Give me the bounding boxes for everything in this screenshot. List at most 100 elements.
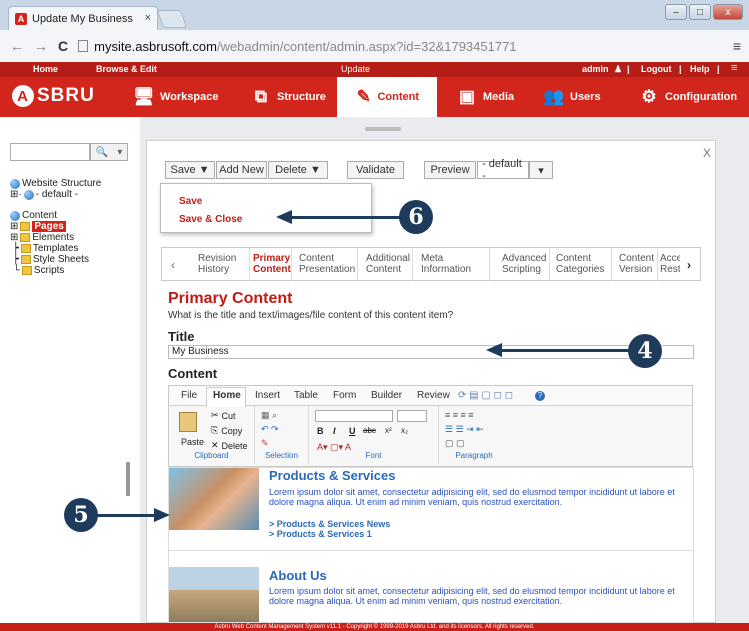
reload-icon[interactable]: C <box>58 38 68 54</box>
tab-access-restrictions[interactable]: Acce Rest <box>658 248 680 281</box>
tree-pages[interactable]: ⊞ Pages <box>10 221 101 232</box>
new-tab-button[interactable] <box>156 10 188 28</box>
back-icon[interactable]: ← <box>10 38 24 54</box>
tab-revision-history[interactable]: Revision History <box>190 248 250 281</box>
menu-item-save-close[interactable]: Save & Close <box>179 214 242 225</box>
editor-tab-review[interactable]: Review <box>417 390 450 401</box>
sidebar-search-input[interactable] <box>10 143 90 161</box>
nav-media[interactable]: ▣ Media <box>456 77 514 117</box>
preview-button[interactable]: Preview <box>424 161 476 179</box>
topbar-logout[interactable]: Logout <box>641 64 672 74</box>
structure-icon: ⧉ <box>254 87 268 106</box>
list-icons[interactable]: ☰ ☰ ⇥ ⇤ <box>445 424 484 435</box>
align-icons[interactable]: ≡ ≡ ≡ ≡ <box>445 410 474 420</box>
forward-icon[interactable]: → <box>34 38 48 54</box>
delete-button[interactable]: Delete ▼ <box>268 161 328 179</box>
superscript-button[interactable]: x² <box>385 426 392 435</box>
bold-button[interactable]: B <box>317 426 324 436</box>
editor-tab-file[interactable]: File <box>181 390 197 401</box>
tab-close-icon[interactable]: × <box>145 12 151 24</box>
nav-configuration[interactable]: ⚙ Configuration <box>638 77 737 117</box>
tabs-prev-icon[interactable]: ‹ <box>162 248 184 281</box>
tab-content-categories[interactable]: Content Categories <box>550 248 612 281</box>
nav-users[interactable]: 👥 Users <box>543 77 601 117</box>
editor-tab-builder[interactable]: Builder <box>371 390 402 401</box>
font-family-select[interactable] <box>315 410 393 422</box>
underline-button[interactable]: U <box>349 426 356 436</box>
editor-tab-insert[interactable]: Insert <box>255 390 280 401</box>
nav-structure[interactable]: ⧉ Structure <box>250 77 326 117</box>
editor-tab-form[interactable]: Form <box>333 390 356 401</box>
block1-link-news[interactable]: > Products & Services News <box>269 519 390 529</box>
tree-default[interactable]: ⊞· - default - <box>10 189 101 200</box>
font-size-select[interactable] <box>397 410 427 422</box>
tree-elements[interactable]: ⊞ Elements <box>10 232 101 243</box>
pane-splitter[interactable] <box>126 462 130 496</box>
nav-workspace[interactable]: 🖥 Workspace <box>133 77 218 117</box>
strikethrough-button[interactable]: abc <box>363 426 376 435</box>
editor-content-area[interactable]: Products & Services Lorem ipsum dolor si… <box>168 467 694 623</box>
preview-select-arrow[interactable]: ▾ <box>529 161 553 179</box>
browser-menu-icon[interactable]: ≡ <box>733 38 741 54</box>
left-sidebar: 🔍 ▾ Website Structure ⊞· - default - Cont… <box>0 117 140 623</box>
delete-text-button[interactable]: ✕ Delete <box>211 440 248 451</box>
search-icon: 🔍 <box>95 146 109 158</box>
topbar-home[interactable]: Home <box>33 64 58 74</box>
validate-button[interactable]: Validate <box>347 161 404 179</box>
drag-handle[interactable] <box>365 127 401 131</box>
block1-link-services[interactable]: > Products & Services 1 <box>269 529 372 539</box>
block2-heading: About Us <box>269 568 327 583</box>
save-button[interactable]: Save ▼ <box>165 161 215 179</box>
topbar-help[interactable]: Help <box>690 64 710 74</box>
window-close-button[interactable]: x <box>713 4 743 20</box>
folder-icon <box>20 244 31 253</box>
browser-tab[interactable]: A Update My Business × <box>8 6 158 30</box>
tab-content-version[interactable]: Content Version <box>612 248 658 281</box>
subscript-button[interactable]: x₂ <box>401 426 408 435</box>
nav-content-label: Content <box>377 91 419 103</box>
sidebar-search-button[interactable]: 🔍 ▾ <box>90 143 128 161</box>
tree-website-structure[interactable]: Website Structure <box>10 178 101 189</box>
title-input[interactable]: My Business <box>168 345 694 359</box>
tab-primary-content[interactable]: Primary Content <box>250 248 292 281</box>
tree-style-sheets[interactable]: ┝ Style Sheets <box>10 254 101 265</box>
block1-heading: Products & Services <box>269 468 396 483</box>
tree-content[interactable]: Content <box>10 210 101 221</box>
tab-advanced-scripting[interactable]: Advanced Scripting <box>490 248 550 281</box>
topbar-browse-edit[interactable]: Browse & Edit <box>96 64 157 74</box>
address-bar[interactable]: mysite.asbrusoft.com/webadmin/content/ad… <box>78 39 517 54</box>
tree-scripts[interactable]: └ Scripts <box>10 265 101 276</box>
italic-button[interactable]: I <box>333 426 336 436</box>
nav-content[interactable]: ✎ Content <box>337 77 437 117</box>
tab-meta-information[interactable]: Meta Information <box>413 248 490 281</box>
maximize-button[interactable]: □ <box>689 4 711 20</box>
editor-quick-icons[interactable]: ⟳ ▤ ▢ ◻ ◻ <box>458 390 513 401</box>
users-icon: 👥 <box>543 87 565 106</box>
minimize-button[interactable]: – <box>665 4 687 20</box>
format-painter-icon[interactable]: ✎ <box>261 438 269 449</box>
content-divider <box>169 550 693 551</box>
paste-button[interactable]: Paste <box>181 437 204 447</box>
editor-tab-home[interactable]: Home <box>213 390 241 401</box>
help-icon[interactable]: ? <box>535 391 545 401</box>
tab-label: Content <box>366 264 402 275</box>
tree-templates[interactable]: ┝ Templates <box>10 243 101 254</box>
editor-tab-table[interactable]: Table <box>294 390 318 401</box>
topbar-admin[interactable]: admin <box>582 64 609 74</box>
undo-redo-icons[interactable]: ↶ ↷ <box>261 424 279 435</box>
tabs-next-icon[interactable]: › <box>678 248 700 281</box>
cut-button[interactable]: ✂ Cut <box>211 410 236 421</box>
topbar-menu-icon[interactable]: ≡ <box>731 62 737 74</box>
asbru-logo[interactable]: A SBRU <box>12 85 95 107</box>
selection-group: ▦ ⌕ ↶ ↷ ✎ Selection <box>255 406 309 464</box>
add-new-button[interactable]: Add New <box>216 161 267 179</box>
preview-template-select[interactable]: - default - <box>477 158 529 182</box>
select-all-icon[interactable]: ▦ ⌕ <box>261 410 277 421</box>
panel-close-icon[interactable]: X <box>703 146 711 160</box>
copy-button[interactable]: ⎘ Copy <box>211 425 242 436</box>
tab-content-presentation[interactable]: Content Presentation <box>293 248 358 281</box>
menu-item-save[interactable]: Save <box>179 196 202 207</box>
nav-users-label: Users <box>570 91 601 103</box>
tab-additional-content[interactable]: Additional Content <box>358 248 413 281</box>
block-icons[interactable]: ▢ ▢ <box>445 438 465 449</box>
